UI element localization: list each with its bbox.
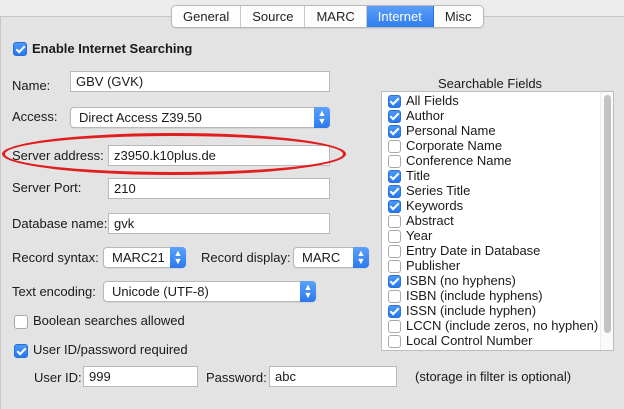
list-item[interactable]: Local Control Number [382, 333, 597, 349]
database-name-label: Database name: [12, 216, 108, 231]
list-item[interactable]: ISBN (include hyphens) [382, 288, 597, 304]
field-checkbox[interactable] [388, 260, 401, 273]
list-item[interactable]: Title [382, 168, 597, 184]
record-syntax-label: Record syntax: [12, 250, 99, 265]
field-checkbox[interactable] [388, 320, 401, 333]
tab-general[interactable]: General [172, 6, 242, 27]
searchable-fields-list[interactable]: All Fields Author Personal Name Corporate N… [381, 91, 614, 351]
field-label: Corporate Name [406, 138, 503, 153]
list-item[interactable]: ISBN (no hyphens) [382, 273, 597, 289]
chevron-updown-icon: ▲ ▼ [353, 247, 369, 268]
chevron-updown-icon: ▲ ▼ [314, 107, 330, 128]
field-label: All Fields [406, 93, 459, 108]
field-checkbox[interactable] [388, 155, 401, 168]
server-address-label: Server address: [12, 148, 104, 163]
field-checkbox[interactable] [388, 275, 401, 288]
boolean-searches-label: Boolean searches allowed [33, 313, 185, 328]
field-label: Abstract [406, 213, 454, 228]
field-label: Author [406, 108, 445, 123]
field-checkbox[interactable] [388, 215, 401, 228]
boolean-searches-checkbox[interactable] [14, 315, 28, 329]
access-label: Access: [12, 109, 58, 124]
searchable-fields-title: Searchable Fields [438, 76, 543, 91]
record-syntax-select[interactable]: MARC21 ▲ ▼ [103, 247, 186, 268]
userid-required-label: User ID/password required [33, 342, 188, 357]
record-display-select[interactable]: MARC ▲ ▼ [293, 247, 369, 268]
enable-internet-searching-checkbox[interactable] [13, 42, 27, 56]
field-checkbox[interactable] [388, 140, 401, 153]
database-name-input[interactable] [108, 213, 330, 234]
list-item[interactable]: ISSN (include hyphen) [382, 303, 597, 319]
enable-internet-searching-label: Enable Internet Searching [32, 41, 193, 56]
server-port-label: Server Port: [12, 180, 82, 195]
list-item[interactable]: Series Title [382, 183, 597, 199]
text-encoding-value: Unicode (UTF-8) [112, 284, 209, 299]
field-label: Series Title [406, 183, 471, 198]
list-item[interactable]: Entry Date in Database [382, 243, 597, 259]
field-label: Keywords [406, 198, 464, 213]
field-checkbox[interactable] [388, 170, 401, 183]
field-label: Title [406, 168, 431, 183]
field-label: ISSN (include hyphen) [406, 303, 537, 318]
text-encoding-label: Text encoding: [12, 284, 96, 299]
field-checkbox[interactable] [388, 110, 401, 123]
list-item[interactable]: All Fields [382, 93, 597, 109]
record-display-value: MARC [302, 250, 341, 265]
user-id-label: User ID: [34, 370, 82, 385]
name-input[interactable] [70, 71, 330, 92]
list-item[interactable]: Corporate Name [382, 138, 597, 154]
scrollbar-thumb[interactable] [604, 95, 611, 333]
field-label: Local Control Number [406, 333, 533, 348]
list-item[interactable]: Conference Name [382, 153, 597, 169]
server-address-input[interactable] [108, 145, 330, 166]
userid-required-checkbox[interactable] [14, 344, 28, 358]
tab-misc[interactable]: Misc [433, 6, 483, 27]
chevron-updown-icon: ▲ ▼ [300, 281, 316, 302]
field-checkbox[interactable] [388, 245, 401, 258]
field-checkbox[interactable] [388, 335, 401, 348]
list-item[interactable]: Year [382, 228, 597, 244]
field-checkbox[interactable] [388, 95, 401, 108]
record-syntax-value: MARC21 [112, 250, 165, 265]
text-encoding-select[interactable]: Unicode (UTF-8) ▲ ▼ [103, 281, 316, 302]
field-label: ISBN (no hyphens) [406, 273, 516, 288]
tab-source[interactable]: Source [241, 6, 306, 27]
password-input[interactable] [269, 366, 397, 387]
access-select-value: Direct Access Z39.50 [79, 110, 202, 125]
field-label: Personal Name [406, 123, 496, 138]
field-label: Conference Name [406, 153, 512, 168]
field-label: Entry Date in Database [406, 243, 541, 258]
tab-marc[interactable]: MARC [305, 6, 367, 27]
chevron-updown-icon: ▲ ▼ [170, 247, 186, 268]
field-checkbox[interactable] [388, 290, 401, 303]
server-port-input[interactable] [108, 178, 330, 199]
field-label: Year [406, 228, 433, 243]
name-label: Name: [12, 78, 51, 93]
scrollbar[interactable] [600, 92, 613, 350]
access-select[interactable]: Direct Access Z39.50 ▲ ▼ [70, 107, 330, 128]
field-checkbox[interactable] [388, 125, 401, 138]
storage-note: (storage in filter is optional) [415, 369, 572, 384]
tab-bar: General Source MARC Internet Misc [171, 5, 484, 28]
list-item[interactable]: Abstract [382, 213, 597, 229]
field-checkbox[interactable] [388, 305, 401, 318]
field-label: LCCN (include zeros, no hyphen) [406, 318, 599, 333]
list-item[interactable]: Author [382, 108, 597, 124]
list-item[interactable]: LCCN (include zeros, no hyphen) [382, 318, 599, 334]
record-display-label: Record display: [201, 250, 291, 265]
password-label: Password: [206, 370, 267, 385]
field-checkbox[interactable] [388, 200, 401, 213]
field-label: Publisher [406, 258, 461, 273]
list-item[interactable]: Keywords [382, 198, 597, 214]
list-item[interactable]: Publisher [382, 258, 597, 274]
field-label: ISBN (include hyphens) [406, 288, 543, 303]
tab-internet[interactable]: Internet [366, 6, 434, 27]
field-checkbox[interactable] [388, 185, 401, 198]
list-item[interactable]: Personal Name [382, 123, 597, 139]
user-id-input[interactable] [83, 366, 198, 387]
field-checkbox[interactable] [388, 230, 401, 243]
